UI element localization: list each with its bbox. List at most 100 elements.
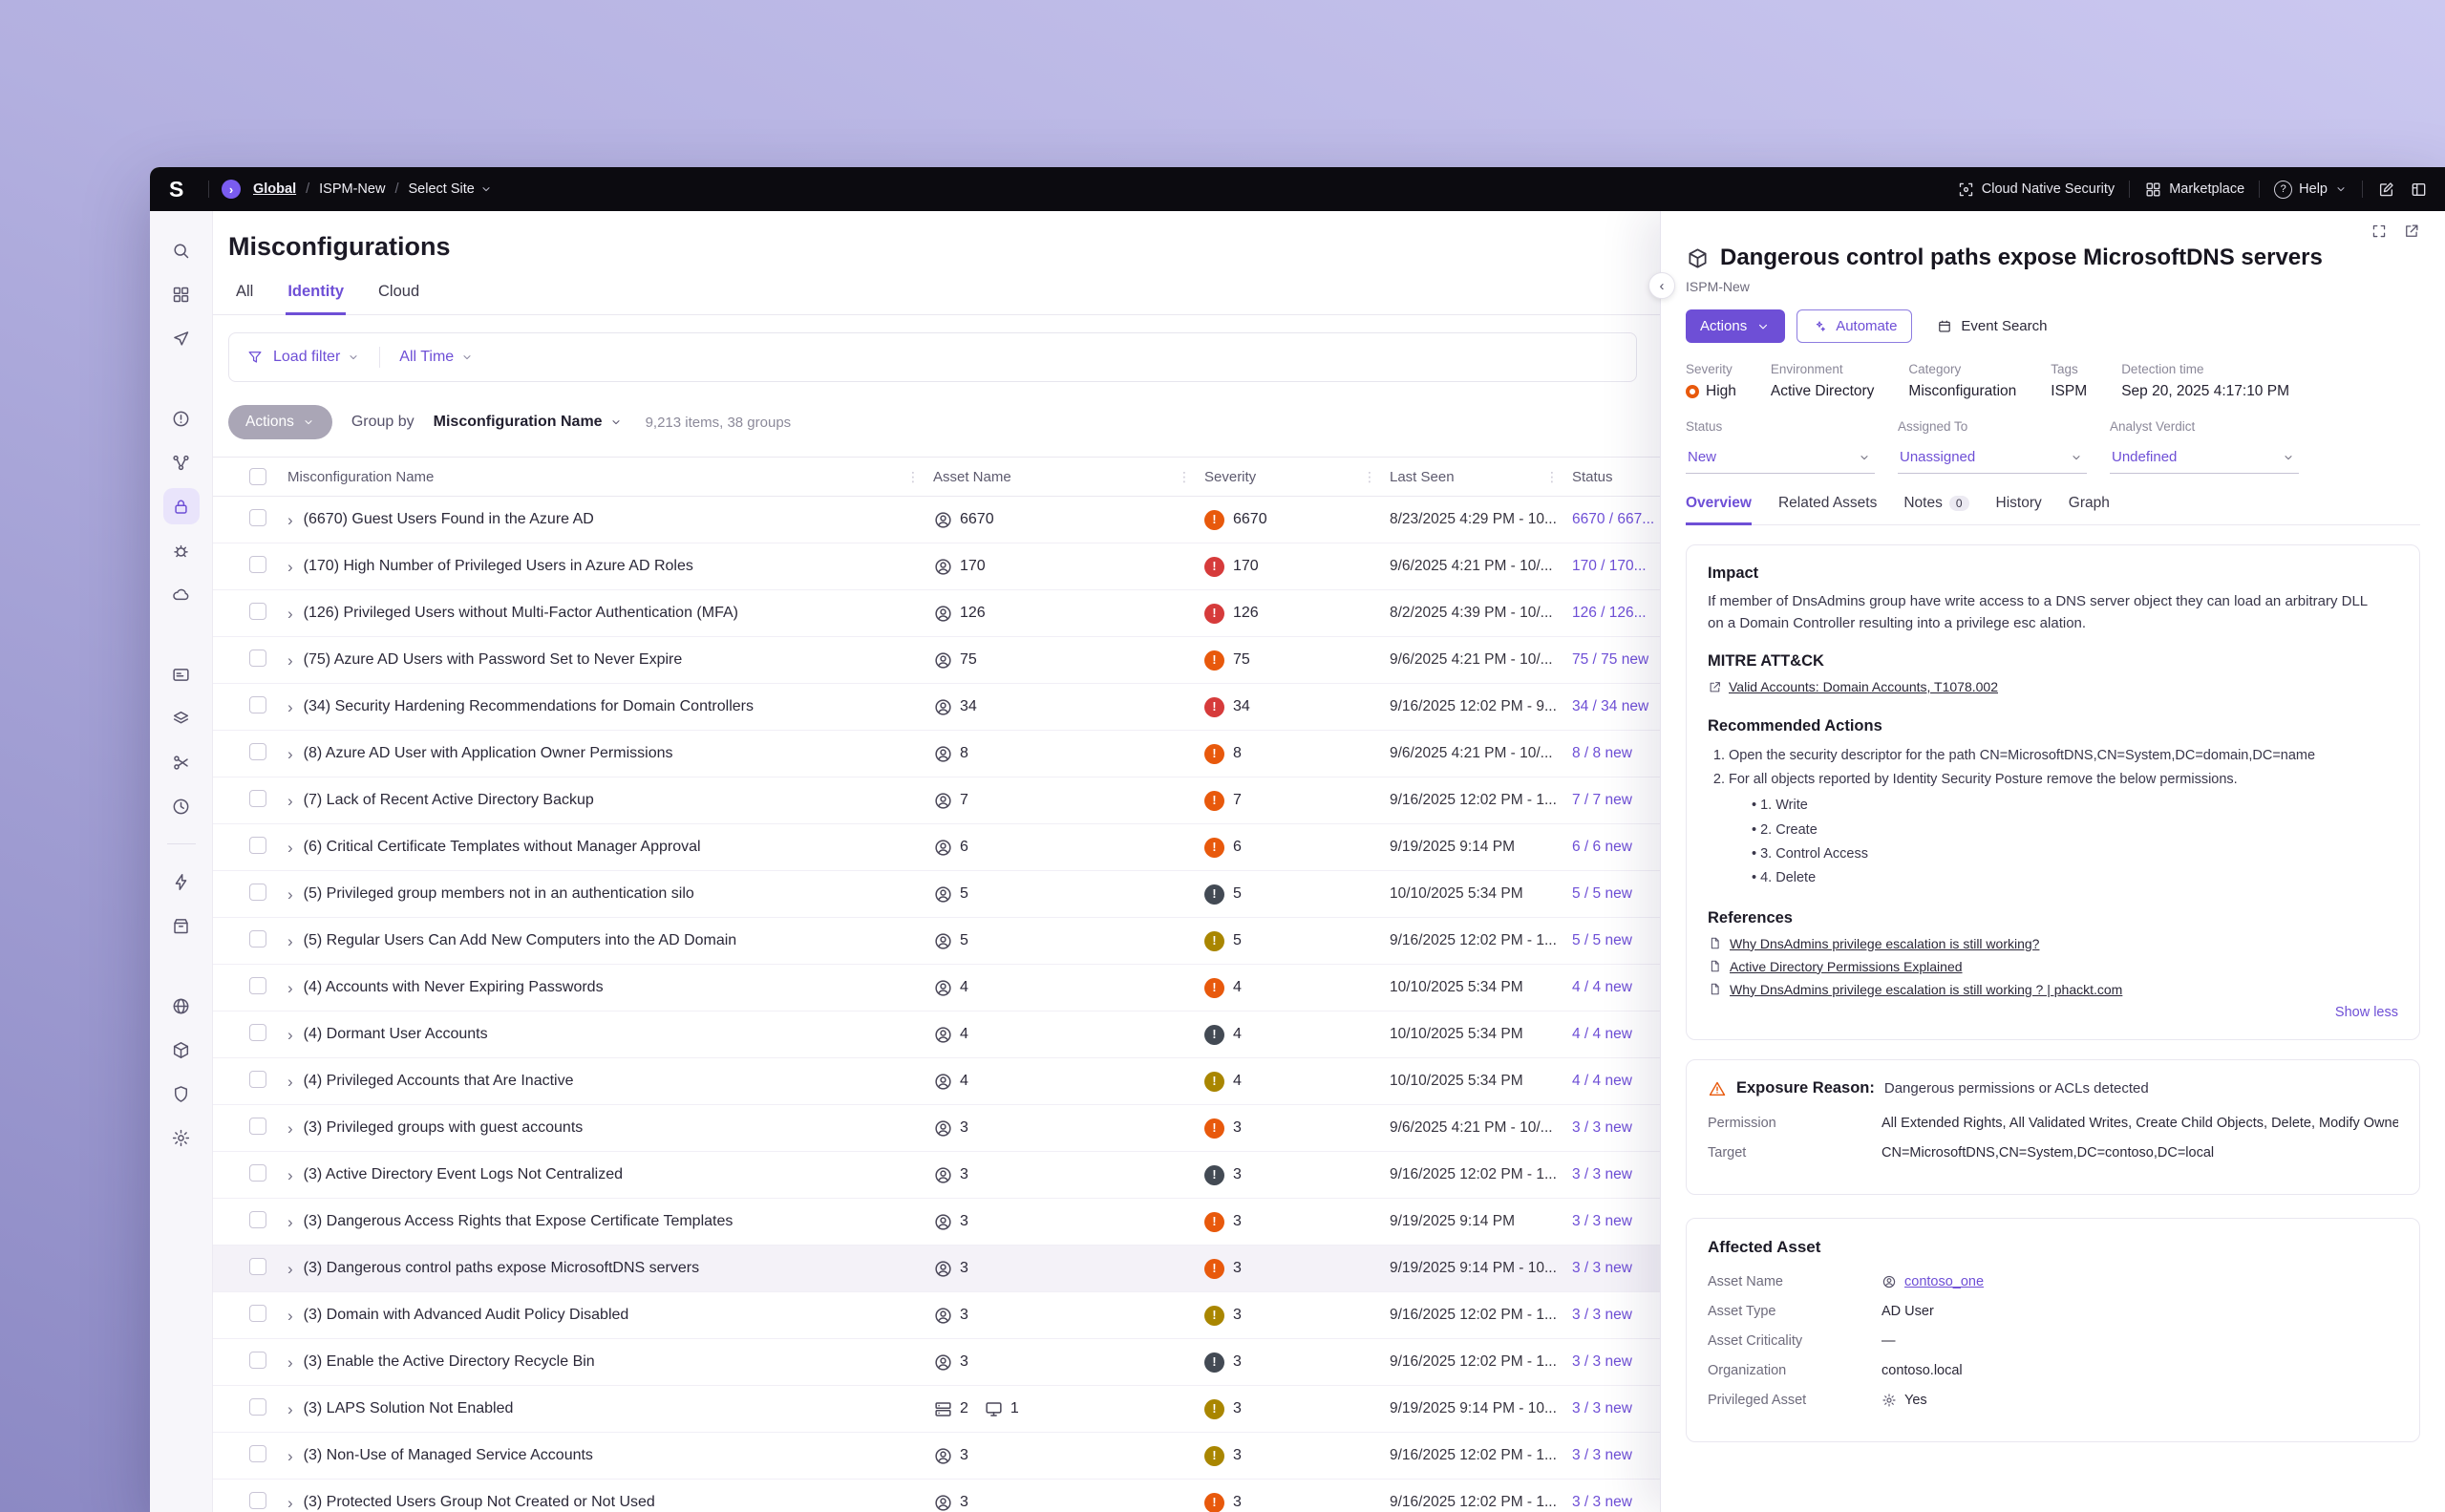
row-expander-icon[interactable]: › xyxy=(287,1214,293,1230)
row-checkbox[interactable] xyxy=(249,649,266,667)
row-checkbox[interactable] xyxy=(249,1397,266,1416)
row-expander-icon[interactable]: › xyxy=(287,1308,293,1324)
sidebar-item-layers[interactable] xyxy=(163,700,200,736)
row-checkbox[interactable] xyxy=(249,883,266,901)
sidebar-item-grid[interactable] xyxy=(163,276,200,312)
tab-identity[interactable]: Identity xyxy=(286,271,347,315)
sidebar-item-globe[interactable] xyxy=(163,988,200,1024)
sidebar-item-history[interactable] xyxy=(163,788,200,824)
row-checkbox[interactable] xyxy=(249,1257,266,1275)
tab-all[interactable]: All xyxy=(234,271,255,315)
row-checkbox[interactable] xyxy=(249,1163,266,1182)
row-expander-icon[interactable]: › xyxy=(287,1027,293,1043)
panel-tab-graph[interactable]: Graph xyxy=(2069,495,2110,525)
detail-actions-button[interactable]: Actions xyxy=(1686,309,1786,343)
row-checkbox[interactable] xyxy=(249,742,266,760)
breadcrumb-item-global[interactable]: Global xyxy=(253,181,296,197)
row-checkbox[interactable] xyxy=(249,929,266,948)
row-expander-icon[interactable]: › xyxy=(287,1074,293,1090)
row-expander-icon[interactable]: › xyxy=(287,886,293,903)
row-checkbox[interactable] xyxy=(249,1117,266,1135)
select-all-checkbox[interactable] xyxy=(249,468,266,485)
column-header-asset-name[interactable]: Asset Name ⋮ xyxy=(933,469,1204,485)
row-expander-icon[interactable]: › xyxy=(287,746,293,762)
automate-button[interactable]: Automate xyxy=(1797,309,1913,343)
row-expander-icon[interactable]: › xyxy=(287,1167,293,1183)
panel-tab-history[interactable]: History xyxy=(1996,495,2042,525)
reference-link[interactable]: Why DnsAdmins privilege escalation is st… xyxy=(1708,982,2398,997)
row-expander-icon[interactable]: › xyxy=(287,652,293,669)
column-menu-icon[interactable]: ⋮ xyxy=(906,469,920,485)
row-expander-icon[interactable]: › xyxy=(287,699,293,715)
mitre-technique-link[interactable]: Valid Accounts: Domain Accounts, T1078.0… xyxy=(1708,679,1998,694)
row-checkbox[interactable] xyxy=(249,1491,266,1509)
load-filter-dropdown[interactable]: Load filter xyxy=(273,349,360,366)
sidebar-item-bolt[interactable] xyxy=(163,863,200,900)
panel-collapse-button[interactable]: ‹ xyxy=(1648,272,1675,299)
column-header-last-seen[interactable]: Last Seen ⋮ xyxy=(1390,469,1572,485)
row-checkbox[interactable] xyxy=(249,836,266,854)
sidebar-item-scissors[interactable] xyxy=(163,744,200,780)
row-expander-icon[interactable]: › xyxy=(287,933,293,949)
row-checkbox[interactable] xyxy=(249,602,266,620)
sidebar-item-gear[interactable] xyxy=(163,1119,200,1156)
expand-panel-icon[interactable] xyxy=(2371,223,2388,240)
sidebar-item-flow[interactable] xyxy=(163,444,200,480)
row-expander-icon[interactable]: › xyxy=(287,1495,293,1511)
row-expander-icon[interactable]: › xyxy=(287,840,293,856)
row-checkbox[interactable] xyxy=(249,1304,266,1322)
sidebar-item-box[interactable] xyxy=(163,907,200,944)
sidebar-item-cloud[interactable] xyxy=(163,576,200,612)
layout-icon[interactable] xyxy=(2410,181,2428,199)
column-header-severity[interactable]: Severity ⋮ xyxy=(1204,469,1390,485)
sidebar-item-search[interactable] xyxy=(163,232,200,268)
row-expander-icon[interactable]: › xyxy=(287,512,293,528)
reference-link[interactable]: Why DnsAdmins privilege escalation is st… xyxy=(1708,936,2398,951)
row-expander-icon[interactable]: › xyxy=(287,980,293,996)
column-header-misconfiguration-name[interactable]: Misconfiguration Name ⋮ xyxy=(287,469,933,485)
row-checkbox[interactable] xyxy=(249,1210,266,1228)
select-analyst-verdict-value[interactable]: Undefined xyxy=(2110,441,2299,474)
row-expander-icon[interactable]: › xyxy=(287,1448,293,1464)
row-checkbox[interactable] xyxy=(249,508,266,526)
sidebar-item-lock[interactable] xyxy=(162,488,200,524)
row-expander-icon[interactable]: › xyxy=(287,1401,293,1417)
row-checkbox[interactable] xyxy=(249,1023,266,1041)
sidebar-item-send[interactable] xyxy=(163,320,200,356)
app-logo-icon[interactable]: S xyxy=(169,177,196,202)
row-checkbox[interactable] xyxy=(249,789,266,807)
row-expander-icon[interactable]: › xyxy=(287,793,293,809)
compose-icon[interactable] xyxy=(2377,181,2395,199)
reference-link[interactable]: Active Directory Permissions Explained xyxy=(1708,959,2398,974)
row-expander-icon[interactable]: › xyxy=(287,559,293,575)
column-menu-icon[interactable]: ⋮ xyxy=(1178,469,1191,485)
panel-tab-overview[interactable]: Overview xyxy=(1686,495,1752,525)
row-checkbox[interactable] xyxy=(249,976,266,994)
sidebar-item-package[interactable] xyxy=(163,1032,200,1068)
tab-cloud[interactable]: Cloud xyxy=(376,271,421,315)
show-less-link[interactable]: Show less xyxy=(1708,1005,2398,1020)
row-checkbox[interactable] xyxy=(249,1444,266,1462)
topbar-link-marketplace[interactable]: Marketplace xyxy=(2144,181,2244,199)
row-expander-icon[interactable]: › xyxy=(287,1354,293,1371)
column-menu-icon[interactable]: ⋮ xyxy=(1545,469,1559,485)
row-checkbox[interactable] xyxy=(249,555,266,573)
topbar-link-help[interactable]: ? Help xyxy=(2274,180,2348,199)
time-range-dropdown[interactable]: All Time xyxy=(399,349,474,366)
event-search-button[interactable]: Event Search xyxy=(1931,317,2052,335)
panel-tab-related-assets[interactable]: Related Assets xyxy=(1778,495,1877,525)
select-assigned-to-value[interactable]: Unassigned xyxy=(1898,441,2087,474)
group-by-dropdown[interactable]: Misconfiguration Name xyxy=(434,414,623,431)
sidebar-item-card[interactable] xyxy=(163,656,200,692)
select-status-value[interactable]: New xyxy=(1686,441,1875,474)
sidebar-item-bug[interactable] xyxy=(163,532,200,568)
column-menu-icon[interactable]: ⋮ xyxy=(1363,469,1376,485)
row-expander-icon[interactable]: › xyxy=(287,1261,293,1277)
sidebar-item-alert[interactable] xyxy=(163,400,200,437)
row-expander-icon[interactable]: › xyxy=(287,1120,293,1137)
breadcrumb-item-select-site[interactable]: Select Site xyxy=(408,181,492,197)
actions-button[interactable]: Actions xyxy=(228,405,332,439)
open-in-new-icon[interactable] xyxy=(2403,223,2420,240)
asset-link[interactable]: contoso_one xyxy=(1904,1274,1984,1289)
row-expander-icon[interactable]: › xyxy=(287,606,293,622)
